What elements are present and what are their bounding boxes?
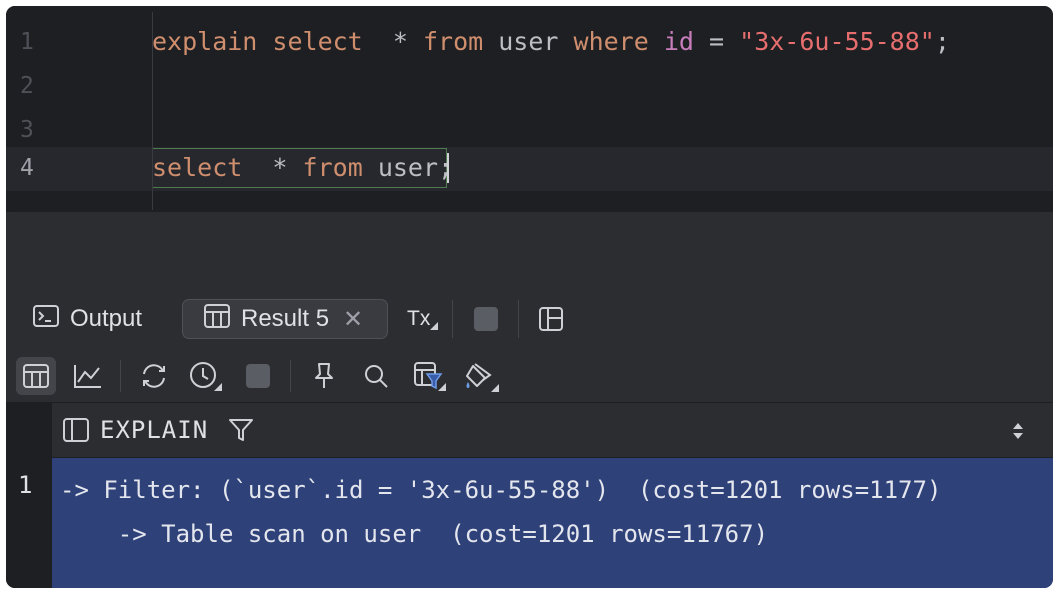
tab-result-label: Result 5 <box>241 305 330 332</box>
table-identifier: user <box>498 27 559 56</box>
stop-icon <box>473 299 499 339</box>
keyword: where <box>573 27 649 56</box>
line-number: 3 <box>20 117 34 143</box>
explain-result-cell[interactable]: -> Filter: (`user`.id = '3x-6u-55-88') (… <box>60 468 941 556</box>
gutter-divider <box>152 12 153 210</box>
line-number: 4 <box>20 155 34 181</box>
divider <box>290 360 291 392</box>
ide-window: 1 explain select * from user where id = … <box>6 6 1053 588</box>
line-number: 2 <box>20 73 34 99</box>
panel-splitter[interactable] <box>6 212 1053 288</box>
panel-icon[interactable] <box>62 417 90 450</box>
clock-icon[interactable] <box>186 357 226 395</box>
keyword: select <box>152 153 243 182</box>
search-icon[interactable] <box>356 357 396 395</box>
chart-view-icon[interactable] <box>68 357 108 395</box>
column-header-explain[interactable]: EXPLAIN <box>52 403 1053 457</box>
table-icon <box>203 303 231 336</box>
keyword: select <box>272 27 363 56</box>
refresh-icon[interactable] <box>134 357 174 395</box>
terminal-icon <box>32 303 60 336</box>
line-number: 1 <box>20 29 34 55</box>
table-identifier: user <box>377 153 439 182</box>
sort-icon[interactable] <box>1012 420 1024 448</box>
semicolon: ; <box>438 153 454 182</box>
sql-editor[interactable]: 1 explain select * from user where id = … <box>6 6 1053 212</box>
result-toolbar <box>6 348 1053 403</box>
close-icon[interactable]: ✕ <box>343 305 363 334</box>
grid-header: EXPLAIN <box>6 403 1053 457</box>
divider <box>452 300 453 338</box>
string-literal: "3x-6u-55-88" <box>739 27 935 56</box>
divider <box>518 300 519 338</box>
divider <box>120 360 121 392</box>
code-line-4[interactable]: select * from user; <box>152 153 453 182</box>
table-row[interactable]: -> Filter: (`user`.id = '3x-6u-55-88') (… <box>52 458 1053 588</box>
paint-bucket-icon[interactable] <box>462 357 502 395</box>
code-line-1[interactable]: explain select * from user where id = "3… <box>152 27 950 56</box>
operator: = <box>709 27 725 56</box>
text-cursor <box>447 153 449 183</box>
operator: * <box>272 153 288 182</box>
tx-label: Tx <box>407 307 431 330</box>
column-header-label: EXPLAIN <box>100 416 209 444</box>
operator: * <box>392 27 408 56</box>
row-number: 1 <box>18 471 33 499</box>
pin-icon[interactable] <box>304 357 344 395</box>
stop-icon <box>238 357 278 395</box>
transaction-mode-icon[interactable]: Tx <box>407 299 439 339</box>
table-filter-icon[interactable] <box>410 357 450 395</box>
keyword: explain <box>152 27 258 56</box>
tab-result-5[interactable]: Result 5 ✕ <box>182 299 388 339</box>
keyword: from <box>422 27 484 56</box>
table-view-icon[interactable] <box>16 357 56 395</box>
editor-line-2[interactable]: 2 <box>6 65 1053 109</box>
services-tabbar: Output Result 5 ✕ Tx <box>6 288 1053 349</box>
editor-line-4[interactable]: 4 select * from user; <box>6 147 1053 191</box>
filter-icon[interactable] <box>228 417 254 450</box>
layout-icon[interactable] <box>538 299 564 339</box>
row-gutter: 1 <box>6 457 52 588</box>
column-identifier: id <box>663 27 694 56</box>
semicolon: ; <box>934 27 950 56</box>
keyword: from <box>302 153 363 182</box>
tab-output[interactable]: Output <box>32 299 142 339</box>
tab-output-label: Output <box>70 305 143 332</box>
editor-line-1[interactable]: 1 explain select * from user where id = … <box>6 21 1053 65</box>
